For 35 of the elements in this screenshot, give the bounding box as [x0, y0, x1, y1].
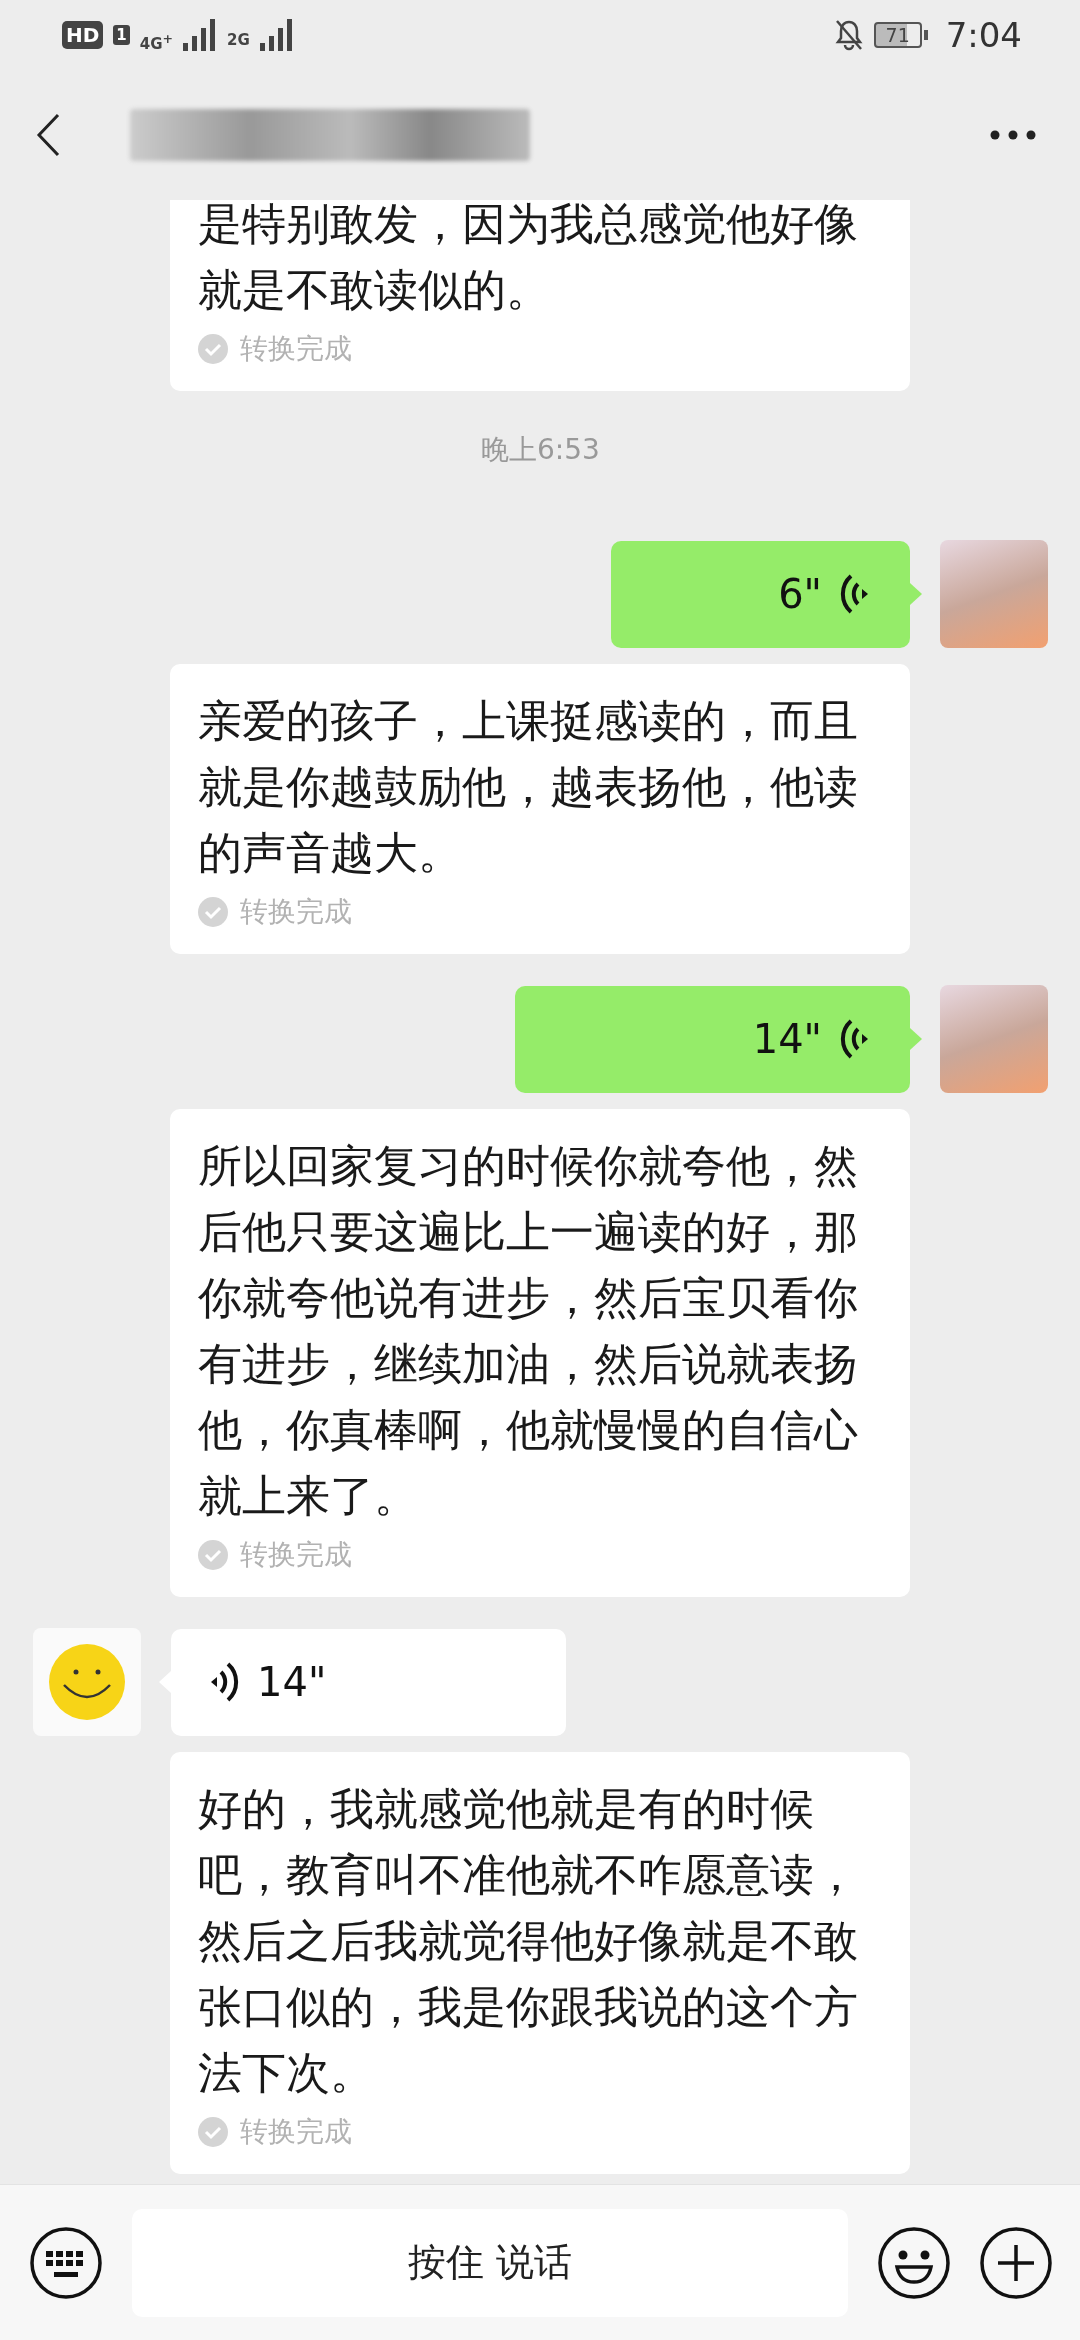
signal-icon — [183, 19, 217, 51]
conversion-status: 转换完成 — [240, 2114, 352, 2150]
voice-wave-icon — [209, 1660, 239, 1704]
hd-badge: HD — [62, 21, 104, 49]
back-icon[interactable] — [36, 113, 60, 157]
clock-time: 7:04 — [945, 15, 1022, 55]
conversion-status: 转换完成 — [240, 894, 352, 930]
check-circle-icon — [198, 1540, 228, 1570]
conversion-status: 转换完成 — [240, 1537, 352, 1573]
plus-icon[interactable] — [980, 2226, 1052, 2299]
transcript-text: 所以回家复习的时候你就夸他，然后他只要这遍比上一遍读的好，那你就夸他说有进步，然后宝贝看你有进步，继续加油，然后说就表扬他，你真棒啊，他就慢慢的自信心就上来了。 — [198, 1139, 859, 1523]
bubble-tail — [910, 1028, 922, 1050]
voice-message-bubble[interactable]: 6" — [611, 540, 910, 648]
sim-badge: 1 — [113, 25, 130, 45]
network-label: 4G$^{+}$ — [139, 31, 173, 53]
muted-bell-icon — [833, 19, 864, 51]
message-timestamp: 晚上6:53 — [481, 432, 600, 468]
network-label: 2G — [227, 31, 250, 49]
voice-wave-icon — [840, 1017, 870, 1061]
voice-message-bubble[interactable]: 14" — [515, 985, 910, 1093]
voice-wave-icon — [840, 572, 870, 616]
transcript-text: 是特别敢发，因为我总感觉他好像就是不敢读似的。 — [198, 200, 859, 317]
emoji-icon[interactable] — [878, 2226, 950, 2299]
bubble-tail — [910, 583, 922, 605]
signal-icon — [259, 19, 294, 51]
transcript-text: 好的，我就感觉他就是有的时候吧，教育叫不准他就不咋愿意读，然后之后我就觉得他好像就是不敢张口似的，我是你跟我说的这个方法下次。 — [198, 1782, 859, 2100]
transcript-text: 亲爱的孩子，上课挺感读的，而且就是你越鼓励他，越表扬他，他读的声音越大。 — [198, 694, 859, 880]
more-icon[interactable] — [990, 130, 1036, 140]
check-circle-icon — [198, 2117, 228, 2147]
check-circle-icon — [198, 897, 228, 927]
hold-to-talk-button[interactable]: 按住 说话 — [132, 2208, 848, 2317]
voice-message-bubble[interactable]: 14" — [171, 1628, 566, 1736]
conversion-status: 转换完成 — [240, 331, 352, 367]
check-circle-icon — [198, 334, 228, 364]
keyboard-icon[interactable] — [30, 2226, 102, 2299]
